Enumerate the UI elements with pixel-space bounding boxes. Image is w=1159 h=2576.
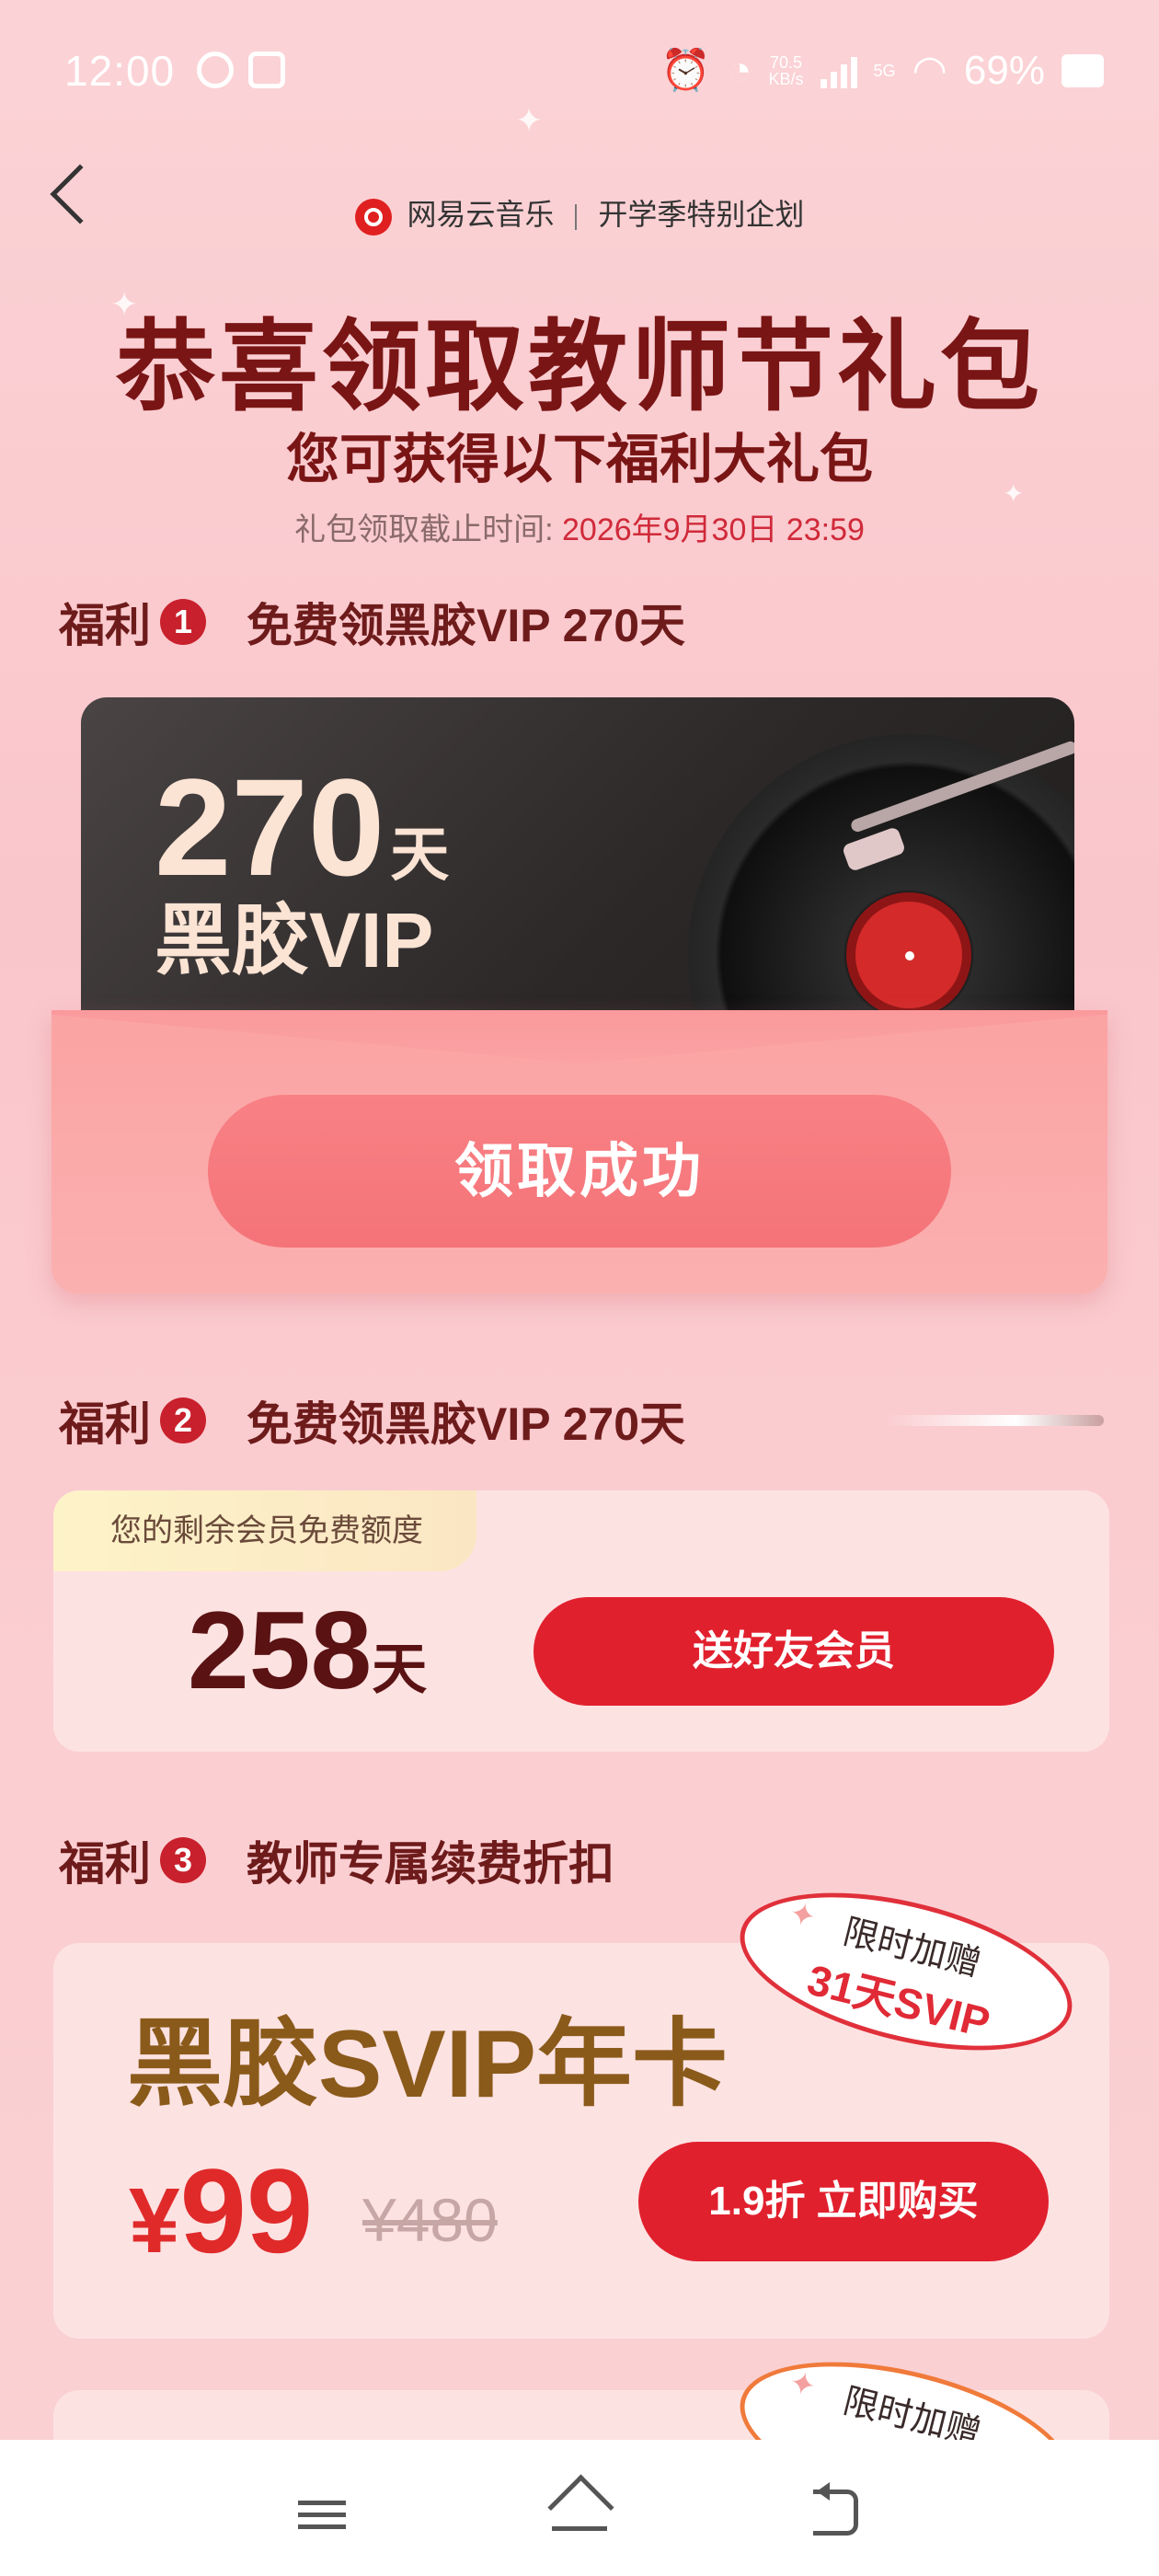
net-speed-unit: KB/s	[768, 70, 804, 88]
quota-card: 您的剩余会员免费额度 258天 送好友会员	[53, 1490, 1109, 1752]
benefit-number-badge: 1	[160, 599, 206, 645]
benefit-prefix: 福利	[59, 1398, 151, 1450]
deadline-value: 2026年9月30日 23:59	[562, 512, 865, 547]
netease-app-icon	[197, 52, 234, 88]
benefit-prefix: 福利	[59, 600, 151, 651]
signal-label: 5G	[873, 62, 896, 80]
page-title: 恭喜领取教师节礼包	[115, 311, 1043, 422]
price-value: 99	[179, 2144, 314, 2278]
vinyl-label-icon	[846, 892, 971, 1018]
net-speed-value: 70.5	[769, 53, 803, 72]
quota-days-number: 258	[188, 1589, 373, 1712]
net-speed: 70.5 KB/s	[768, 54, 803, 87]
claimed-button[interactable]: 领取成功	[208, 1095, 951, 1248]
alarm-icon: ⏰	[660, 48, 711, 93]
vip-days: 270天	[155, 758, 449, 896]
scroll-indicator	[883, 1415, 1104, 1426]
quota-days: 258天	[188, 1590, 427, 1711]
quota-tag: 您的剩余会员免费额度	[53, 1490, 476, 1571]
home-icon[interactable]	[543, 2473, 616, 2547]
deadline-label: 礼包领取截止时间:	[294, 512, 554, 547]
quota-days-unit: 天	[372, 1639, 428, 1700]
benefit-title-text: 教师专属续费折扣	[247, 1838, 614, 1890]
wifi-icon: ◠	[912, 48, 947, 93]
original-price: ¥480	[362, 2186, 498, 2254]
page-subtitle: 您可获得以下福利大礼包	[285, 430, 873, 489]
buy-now-button[interactable]: 1.9折 立即购买	[638, 2142, 1049, 2261]
status-time: 12:00	[64, 47, 176, 95]
system-nav-bar	[0, 2440, 1159, 2576]
current-price: ¥99	[129, 2145, 313, 2277]
signal-icon	[820, 53, 857, 88]
speedometer-icon: ◔	[727, 48, 752, 93]
brand-name: 网易云音乐	[407, 198, 555, 231]
product-name: 黑胶SVIP年卡	[127, 2011, 728, 2118]
brand-divider	[575, 203, 578, 230]
vip-days-number: 270	[155, 750, 385, 904]
benefit-title-text: 免费领黑胶VIP 270天	[247, 1398, 686, 1450]
gift-friend-button[interactable]: 送好友会员	[534, 1597, 1054, 1706]
menu-icon[interactable]	[285, 2473, 359, 2547]
battery-percent: 69%	[963, 48, 1045, 93]
vip-days-unit: 天	[390, 822, 450, 888]
battery-icon	[1061, 54, 1104, 87]
benefit-3-title: 福利 3 教师专属续费折扣	[59, 1827, 614, 1893]
benefit-title-text: 免费领黑胶VIP 270天	[247, 600, 686, 651]
deadline: 礼包领取截止时间: 2026年9月30日 23:59	[0, 504, 1159, 549]
brand-line: 网易云音乐 开学季特别企划	[0, 191, 1159, 236]
benefit-2-title: 福利 2 免费领黑胶VIP 270天	[59, 1387, 685, 1454]
currency-symbol: ¥	[129, 2169, 180, 2272]
tiktok-app-icon	[248, 52, 285, 88]
back-icon[interactable]	[800, 2473, 874, 2547]
benefit-1-title: 福利 1 免费领黑胶VIP 270天	[59, 589, 685, 655]
vip-label: 黑胶VIP	[155, 897, 434, 983]
benefit-number-badge: 2	[160, 1397, 206, 1443]
benefit-prefix: 福利	[59, 1838, 151, 1890]
benefit-number-badge: 3	[160, 1837, 206, 1883]
campaign-name: 开学季特别企划	[598, 198, 805, 231]
netease-music-logo-icon	[354, 198, 392, 236]
status-bar: 12:00 ⏰ ◔ 70.5 KB/s 5G ◠ 69%	[0, 0, 1159, 147]
